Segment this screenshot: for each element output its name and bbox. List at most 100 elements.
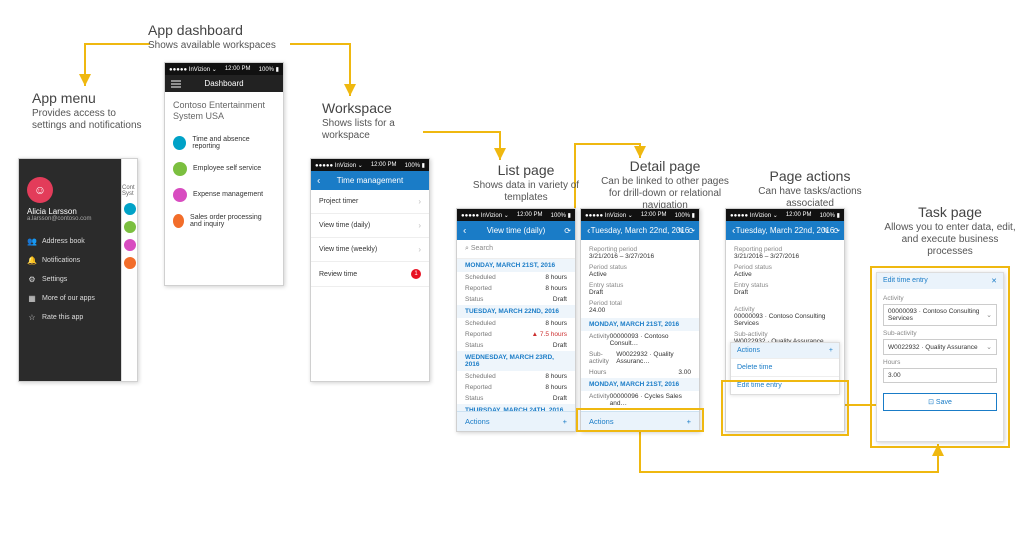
star-icon: ☆ bbox=[27, 313, 37, 322]
detail-value: 3/21/2016 – 3/27/2016 bbox=[589, 253, 691, 260]
bell-icon: 🔔 bbox=[27, 256, 37, 265]
callout-task: Task page Allows you to enter data, edit… bbox=[880, 204, 1020, 258]
back-icon[interactable]: ‹ bbox=[317, 175, 320, 186]
action-delete-time[interactable]: Delete time bbox=[731, 358, 839, 376]
list-section-head[interactable]: MONDAY, MARCH 21ST, 2016 bbox=[457, 259, 575, 272]
close-icon[interactable]: ✕ bbox=[991, 277, 997, 285]
detail-key: Entry status bbox=[734, 282, 836, 289]
actions-bar[interactable]: Actions + bbox=[581, 411, 699, 431]
subactivity-select[interactable]: W0022932 · Quality Assurance⌄ bbox=[883, 339, 997, 355]
list-row: Reported▲ 7.5 hours bbox=[457, 329, 575, 340]
detail-key: Period status bbox=[734, 264, 836, 271]
row-value: ▲ 7.5 hours bbox=[532, 331, 567, 338]
menu-item-more-apps[interactable]: ▦More of our apps bbox=[27, 289, 113, 308]
sync-icon[interactable]: ⟳ bbox=[564, 226, 571, 235]
actions-popup: Actions+ Delete time Edit time entry bbox=[730, 342, 840, 395]
back-icon[interactable]: ‹ bbox=[463, 225, 466, 236]
list-section-head[interactable]: WEDNESDAY, MARCH 23RD, 2016 bbox=[457, 351, 575, 371]
header-title: Time management bbox=[337, 176, 403, 185]
workspace-item[interactable]: View time (daily)› bbox=[311, 214, 429, 238]
tile-icon bbox=[173, 162, 187, 176]
row-key: Sub-activity bbox=[589, 351, 616, 365]
action-edit-time-entry[interactable]: Edit time entry bbox=[731, 376, 839, 394]
ws-item-label: Project timer bbox=[319, 198, 358, 205]
detail-key: Sub-activity bbox=[734, 331, 836, 338]
back-icon[interactable]: ‹ bbox=[732, 225, 735, 236]
tile-time[interactable]: Time and absence reporting bbox=[173, 130, 275, 156]
dashboard-peek: Cont Syst bbox=[121, 159, 137, 381]
header-title: View time (daily) bbox=[487, 226, 546, 235]
status-bar: ●●●●● InVizion ⌄12:00 PM100% ▮ bbox=[165, 63, 283, 75]
callout-app-menu: App menu Provides access to settings and… bbox=[32, 90, 142, 132]
tile-label: Time and absence reporting bbox=[192, 136, 275, 150]
org-name: Contoso Entertainment System USA bbox=[173, 100, 275, 122]
workspace-item[interactable]: Review time1 bbox=[311, 262, 429, 287]
user-name: Alicia Larsson bbox=[27, 207, 113, 216]
status-bar: ●●●●● InVizion ⌄12:00 PM100% ▮ bbox=[726, 209, 844, 221]
hours-input[interactable]: 3.00 bbox=[883, 368, 997, 383]
row-key: Scheduled bbox=[465, 274, 496, 281]
field-label: Sub-activity bbox=[883, 330, 997, 337]
detail-section-head[interactable]: MONDAY, MARCH 21ST, 2016 bbox=[581, 378, 699, 391]
detail-header: ‹ Tuesday, March 22nd, 2016 ✎⟳ bbox=[581, 221, 699, 240]
actions-label: Actions bbox=[589, 417, 614, 426]
workspace-item[interactable]: Project timer › bbox=[311, 190, 429, 214]
callout-sub: Allows you to enter data, edit, and exec… bbox=[880, 222, 1020, 258]
list-row: Reported8 hours bbox=[457, 382, 575, 393]
grid-icon: ▦ bbox=[27, 294, 37, 303]
header-title: Tuesday, March 22nd, 2016 bbox=[591, 226, 690, 235]
plus-icon[interactable]: + bbox=[687, 417, 691, 426]
sync-icon[interactable]: ⟳ bbox=[688, 226, 695, 235]
list-section-head[interactable]: TUESDAY, MARCH 22ND, 2016 bbox=[457, 305, 575, 318]
plus-icon[interactable]: + bbox=[829, 347, 833, 354]
hamburger-icon[interactable] bbox=[171, 78, 181, 89]
screen-dashboard: ●●●●● InVizion ⌄12:00 PM100% ▮ Dashboard… bbox=[164, 62, 284, 286]
row-key: Hours bbox=[589, 369, 606, 376]
status-bar: ●●●●● InVizion ⌄12:00 PM100% ▮ bbox=[457, 209, 575, 221]
tile-expense[interactable]: Expense management bbox=[173, 182, 275, 208]
search-input[interactable]: ⌕ Search bbox=[457, 240, 575, 259]
callout-title: List page bbox=[461, 162, 591, 178]
row-key: Status bbox=[465, 395, 483, 402]
tile-label: Expense management bbox=[193, 191, 263, 198]
screen-task: Edit time entry ✕ Activity 00000093 · Co… bbox=[876, 272, 1004, 442]
row-key: Reported bbox=[465, 384, 492, 391]
screen-workspace: ●●●●● InVizion ⌄12:00 PM100% ▮ ‹ Time ma… bbox=[310, 158, 430, 382]
detail-section-head[interactable]: MONDAY, MARCH 21ST, 2016 bbox=[581, 318, 699, 331]
tile-ess[interactable]: Employee self service bbox=[173, 156, 275, 182]
detail-value: Active bbox=[734, 271, 836, 278]
menu-item-notifications[interactable]: 🔔Notifications bbox=[27, 251, 113, 270]
callout-dashboard: App dashboard Shows available workspaces bbox=[148, 22, 298, 52]
menu-item-address-book[interactable]: 👥Address book bbox=[27, 232, 113, 251]
callout-title: Detail page bbox=[595, 158, 735, 174]
chevron-right-icon: › bbox=[418, 197, 421, 206]
menu-item-label: Address book bbox=[42, 238, 85, 245]
plus-icon[interactable]: + bbox=[563, 417, 567, 426]
ws-item-label: View time (weekly) bbox=[319, 246, 377, 253]
edit-icon[interactable]: ✎ bbox=[678, 226, 685, 235]
list-row: Scheduled8 hours bbox=[457, 371, 575, 382]
menu-item-settings[interactable]: ⚙Settings bbox=[27, 270, 113, 289]
callout-sub: Shows data in variety of templates bbox=[461, 180, 591, 204]
sync-icon[interactable]: ⟳ bbox=[833, 226, 840, 235]
menu-item-label: Settings bbox=[42, 276, 67, 283]
workspace-item[interactable]: View time (weekly)› bbox=[311, 238, 429, 262]
tile-sales[interactable]: Sales order processing and inquiry bbox=[173, 208, 275, 234]
save-button[interactable]: ⊡ Save bbox=[883, 393, 997, 411]
row-key: Reported bbox=[465, 285, 492, 292]
actions-bar[interactable]: Actions + bbox=[457, 411, 575, 431]
detail-value: Draft bbox=[589, 289, 691, 296]
field-value: 3.00 bbox=[888, 372, 901, 379]
back-icon[interactable]: ‹ bbox=[587, 225, 590, 236]
menu-item-rate[interactable]: ☆Rate this app bbox=[27, 308, 113, 327]
list-row: Scheduled8 hours bbox=[457, 318, 575, 329]
detail-key: Period status bbox=[589, 264, 691, 271]
activity-select[interactable]: 00000093 · Contoso Consulting Services⌄ bbox=[883, 304, 997, 326]
chevron-down-icon: ⌄ bbox=[986, 343, 992, 351]
avatar: ☺ bbox=[27, 177, 53, 203]
edit-icon[interactable]: ✎ bbox=[823, 226, 830, 235]
list-row: Scheduled8 hours bbox=[457, 272, 575, 283]
row-key: Status bbox=[465, 296, 483, 303]
peek-dot bbox=[124, 239, 136, 251]
row-value: 3.00 bbox=[678, 369, 691, 376]
